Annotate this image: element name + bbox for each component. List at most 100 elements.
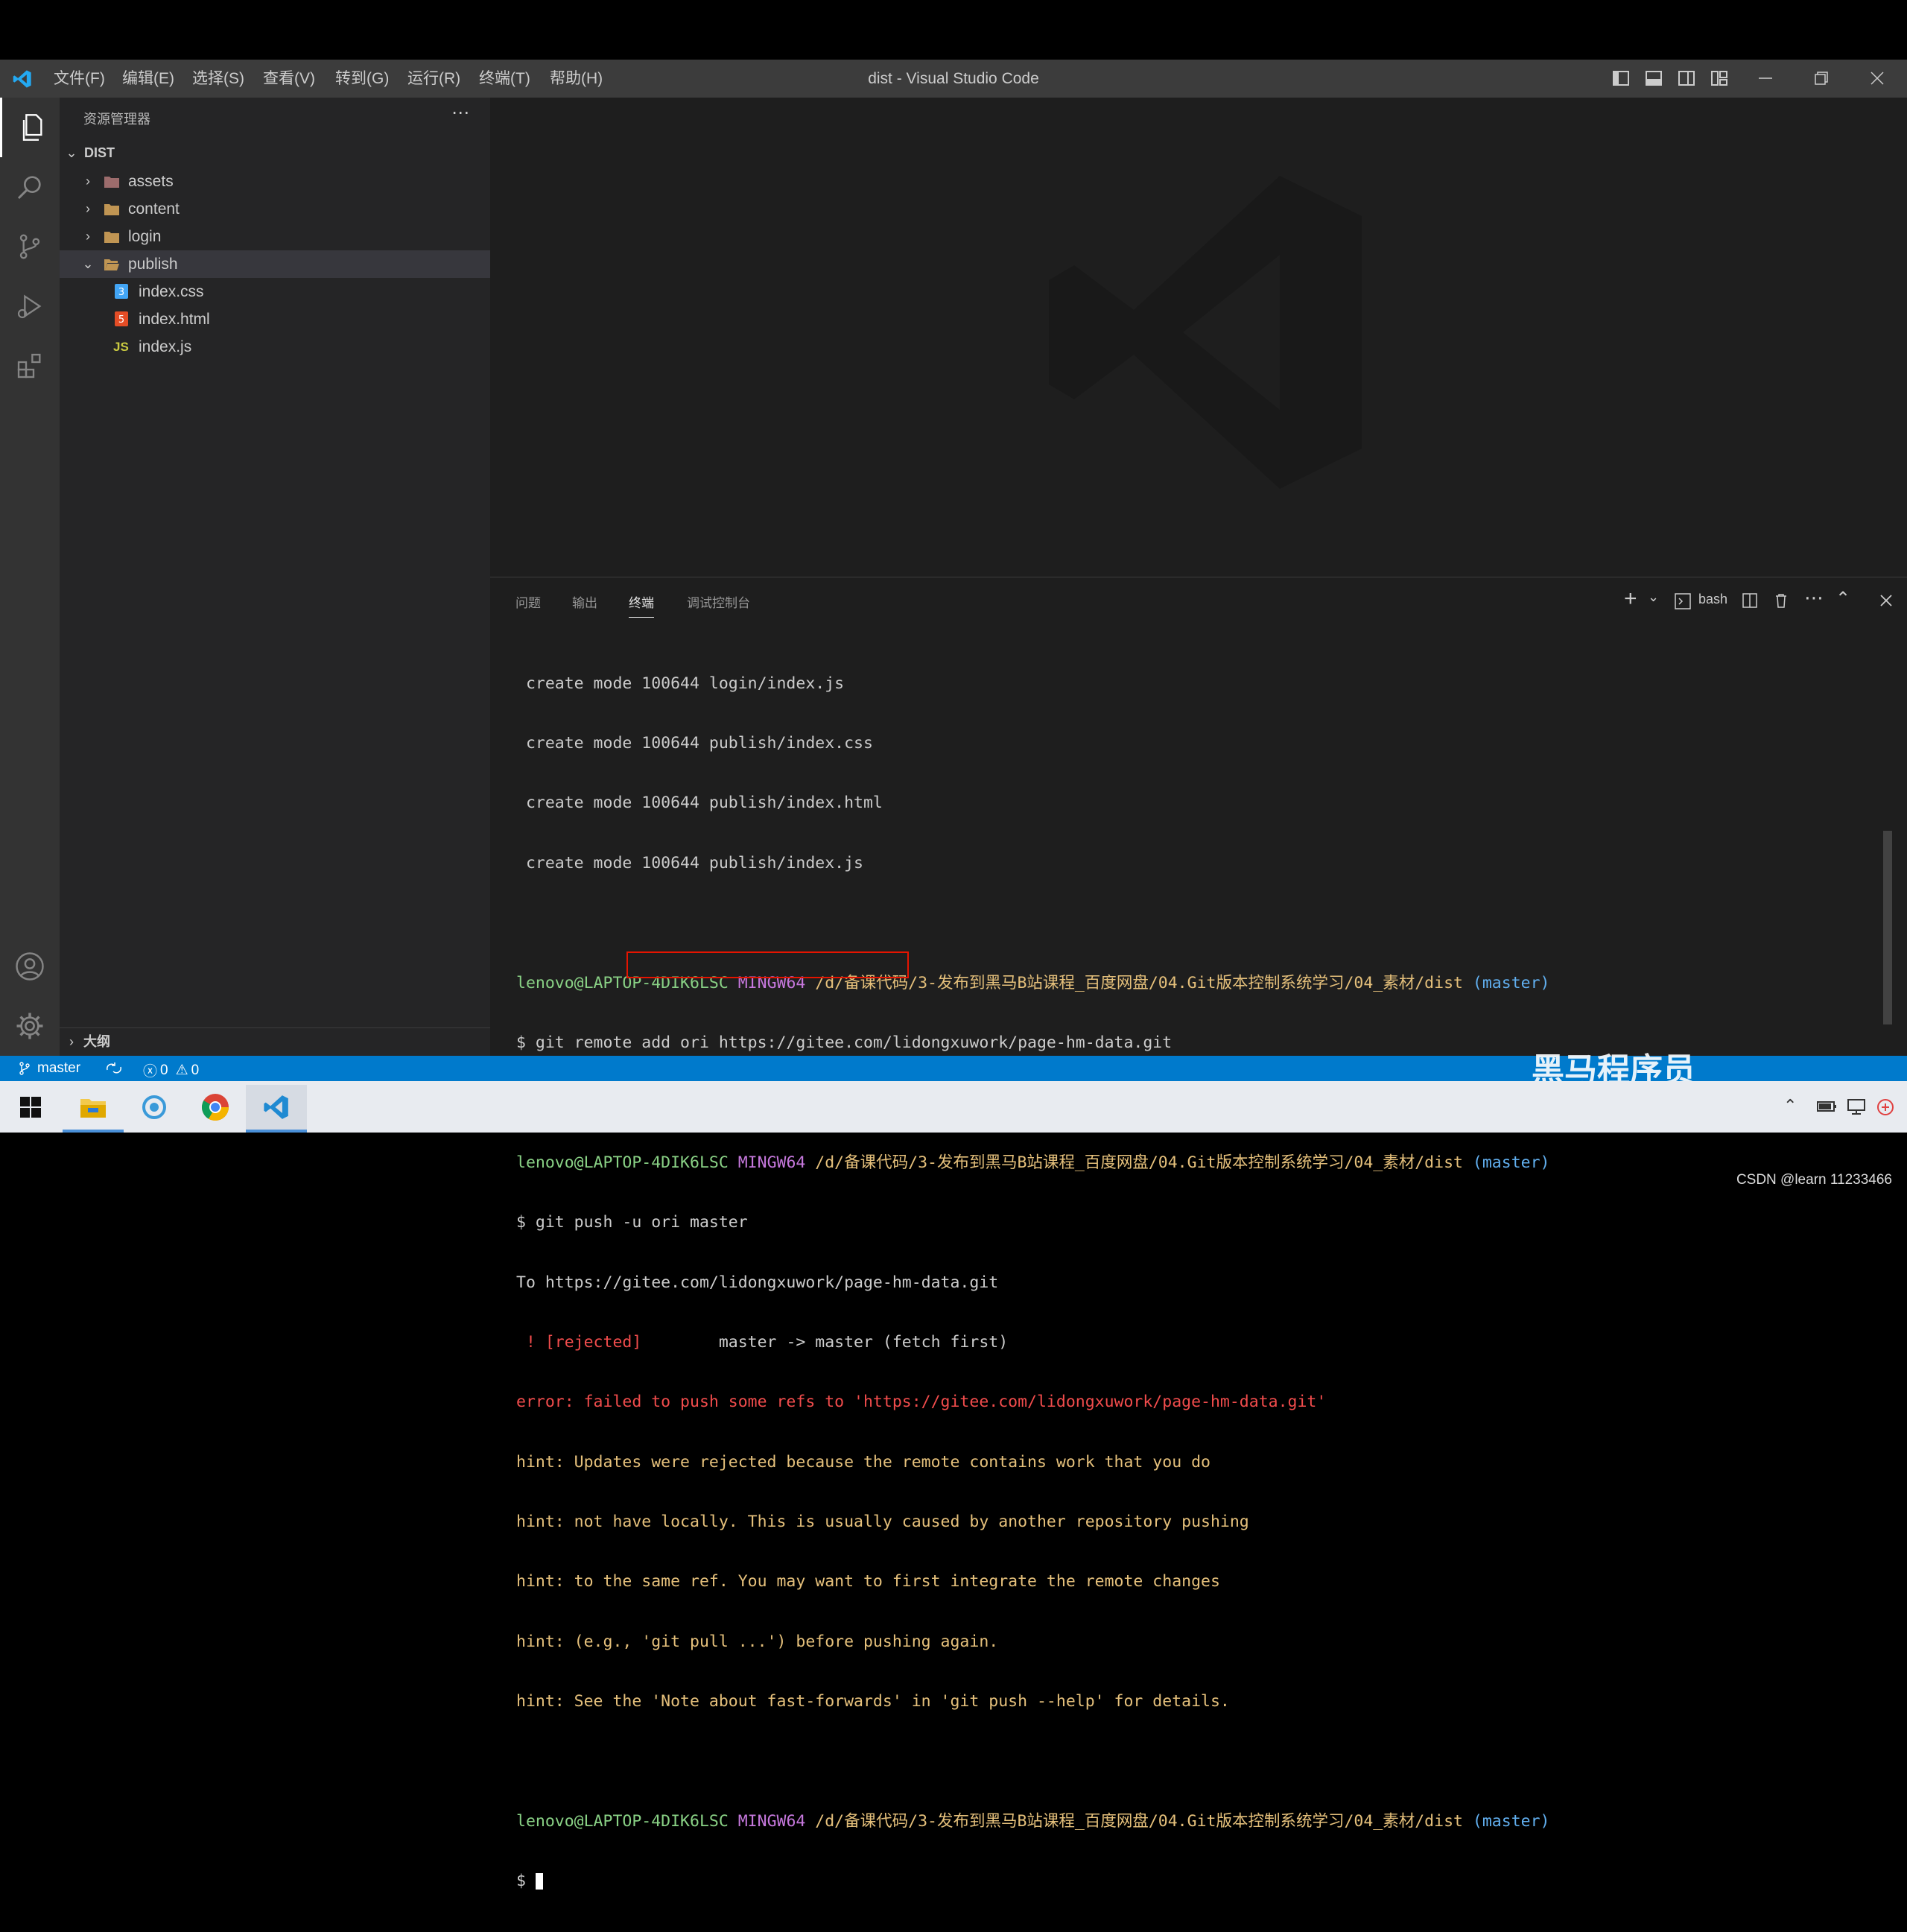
- chevron-down-icon: ⌄: [82, 256, 94, 271]
- folder-icon: [104, 204, 119, 215]
- terminal-rejected-line: ! [rejected] master -> master (fetch fir…: [516, 1332, 1009, 1352]
- extensions-button[interactable]: [0, 336, 60, 396]
- gear-icon: [16, 1013, 43, 1039]
- terminal-line: To https://gitee.com/lidongxuwork/page-h…: [516, 1273, 999, 1292]
- branch-indicator[interactable]: master: [18, 1060, 80, 1077]
- source-control-button[interactable]: [0, 217, 60, 276]
- tree-item-label: index.html: [139, 311, 210, 328]
- terminal-line: create mode 100644 login/index.js: [516, 674, 845, 693]
- terminal-scrollbar[interactable]: [1883, 831, 1892, 1024]
- menu-view[interactable]: 查看(V): [263, 60, 315, 98]
- restore-icon[interactable]: [1812, 69, 1831, 88]
- more-actions-icon[interactable]: ⋯: [451, 102, 469, 124]
- taskbar-vscode[interactable]: [246, 1085, 307, 1133]
- tab-problems[interactable]: 问题: [515, 592, 541, 611]
- tree-item-index-css[interactable]: 3 index.css: [60, 278, 490, 305]
- network-icon[interactable]: [1846, 1098, 1867, 1115]
- terminal-hint-line: hint: (e.g., 'git pull ...') before push…: [516, 1632, 999, 1651]
- start-button[interactable]: [0, 1085, 61, 1130]
- menu-terminal[interactable]: 终端(T): [479, 60, 530, 98]
- search-button[interactable]: [0, 157, 60, 217]
- maximize-panel-icon[interactable]: ⌃: [1835, 588, 1850, 609]
- menu-go[interactable]: 转到(G): [335, 60, 389, 98]
- toggle-secondary-sidebar-icon[interactable]: [1677, 69, 1696, 88]
- tree-item-publish[interactable]: ⌄ publish: [60, 250, 490, 278]
- close-panel-icon[interactable]: [1879, 593, 1894, 608]
- terminal-hint-line: hint: Updates were rejected because the …: [516, 1452, 1210, 1472]
- tab-debug-console[interactable]: 调试控制台: [687, 592, 750, 611]
- folder-icon: [104, 232, 119, 243]
- split-terminal-icon[interactable]: [1742, 592, 1758, 609]
- terminal-input-line[interactable]: $: [516, 1872, 1549, 1892]
- terminal-error-line: error: failed to push some refs to 'http…: [516, 1393, 1327, 1412]
- svg-text:5: 5: [118, 314, 124, 326]
- terminal-cursor: [535, 1873, 543, 1890]
- svg-text:3: 3: [118, 287, 124, 298]
- windows-icon: [20, 1097, 41, 1118]
- more-actions-icon[interactable]: ⋯: [1804, 586, 1824, 609]
- run-debug-button[interactable]: [0, 276, 60, 336]
- menu-selection[interactable]: 选择(S): [192, 60, 244, 98]
- shell-name[interactable]: bash: [1698, 592, 1727, 607]
- tray-app-icon[interactable]: [1876, 1098, 1895, 1117]
- explorer-sidebar: 资源管理器 ⋯ ⌄ DIST › assets › content › logi…: [60, 98, 490, 1056]
- trash-icon[interactable]: [1773, 592, 1789, 609]
- tree-item-index-js[interactable]: JS index.js: [60, 333, 490, 361]
- manage-button[interactable]: [0, 996, 60, 1056]
- menu-file[interactable]: 文件(F): [54, 60, 105, 98]
- tree-item-login[interactable]: › login: [60, 223, 490, 250]
- tree-item-label: index.js: [139, 338, 192, 355]
- chevron-right-icon: ›: [86, 201, 90, 216]
- problems-indicator[interactable]: ⓧ 0 ⚠ 0: [143, 1060, 199, 1080]
- taskbar-chrome[interactable]: [185, 1085, 246, 1130]
- tree-item-content[interactable]: › content: [60, 195, 490, 223]
- terminal-output[interactable]: create mode 100644 login/index.js create…: [516, 634, 1549, 1932]
- toggle-sidebar-icon[interactable]: [1611, 69, 1631, 88]
- explorer-button[interactable]: [0, 98, 60, 157]
- minimize-icon[interactable]: [1756, 69, 1775, 88]
- explorer-title: 资源管理器: [83, 112, 150, 127]
- file-explorer-icon: [80, 1099, 106, 1118]
- activity-bar: [0, 98, 60, 1056]
- toggle-panel-icon[interactable]: [1644, 69, 1663, 88]
- folder-icon: [104, 177, 119, 188]
- battery-icon[interactable]: [1816, 1099, 1837, 1114]
- extensions-icon: [17, 353, 41, 379]
- menu-run[interactable]: 运行(R): [407, 60, 460, 98]
- sync-icon[interactable]: [104, 1061, 124, 1076]
- chevron-right-icon: ›: [69, 1034, 74, 1049]
- terminal-icon: [1675, 593, 1691, 609]
- folder-root[interactable]: ⌄ DIST: [60, 139, 490, 167]
- terminal-hint-line: hint: to the same ref. You may want to f…: [516, 1572, 1220, 1591]
- tab-terminal[interactable]: 终端: [629, 592, 654, 618]
- chevron-down-icon[interactable]: ⌄: [1648, 589, 1659, 605]
- run-debug-icon: [17, 294, 42, 319]
- tree-item-index-html[interactable]: 5 index.html: [60, 305, 490, 333]
- tree-item-assets[interactable]: › assets: [60, 168, 490, 195]
- tab-output[interactable]: 输出: [572, 592, 597, 611]
- new-terminal-icon[interactable]: +: [1624, 586, 1637, 612]
- taskbar-file-explorer[interactable]: [63, 1085, 124, 1133]
- terminal-command: $ git push -u ori master: [516, 1213, 748, 1232]
- search-icon: [17, 176, 41, 200]
- files-icon: [22, 114, 42, 141]
- accounts-button[interactable]: [0, 937, 60, 996]
- terminal-line: create mode 100644 publish/index.css: [516, 733, 873, 753]
- account-icon: [16, 952, 44, 981]
- menu-help[interactable]: 帮助(H): [550, 60, 603, 98]
- customize-layout-icon[interactable]: [1710, 69, 1729, 88]
- tree-item-label: content: [128, 200, 180, 218]
- chevron-up-icon[interactable]: ⌃: [1783, 1096, 1797, 1115]
- close-icon[interactable]: [1868, 69, 1887, 88]
- chevron-right-icon: ›: [86, 229, 90, 244]
- warning-count: 0: [191, 1062, 200, 1078]
- terminal-hint-line: hint: See the 'Note about fast-forwards'…: [516, 1692, 1230, 1711]
- folder-open-icon: [104, 259, 119, 270]
- outline-section[interactable]: › 大纲: [60, 1027, 490, 1056]
- tree-item-label: login: [128, 228, 162, 245]
- error-count: 0: [160, 1062, 168, 1078]
- terminal-command: $ git remote add ori https://gitee.com/l…: [516, 1033, 1173, 1052]
- taskbar-app[interactable]: [124, 1085, 185, 1130]
- menu-edit[interactable]: 编辑(E): [122, 60, 174, 98]
- chrome-icon: [201, 1094, 229, 1121]
